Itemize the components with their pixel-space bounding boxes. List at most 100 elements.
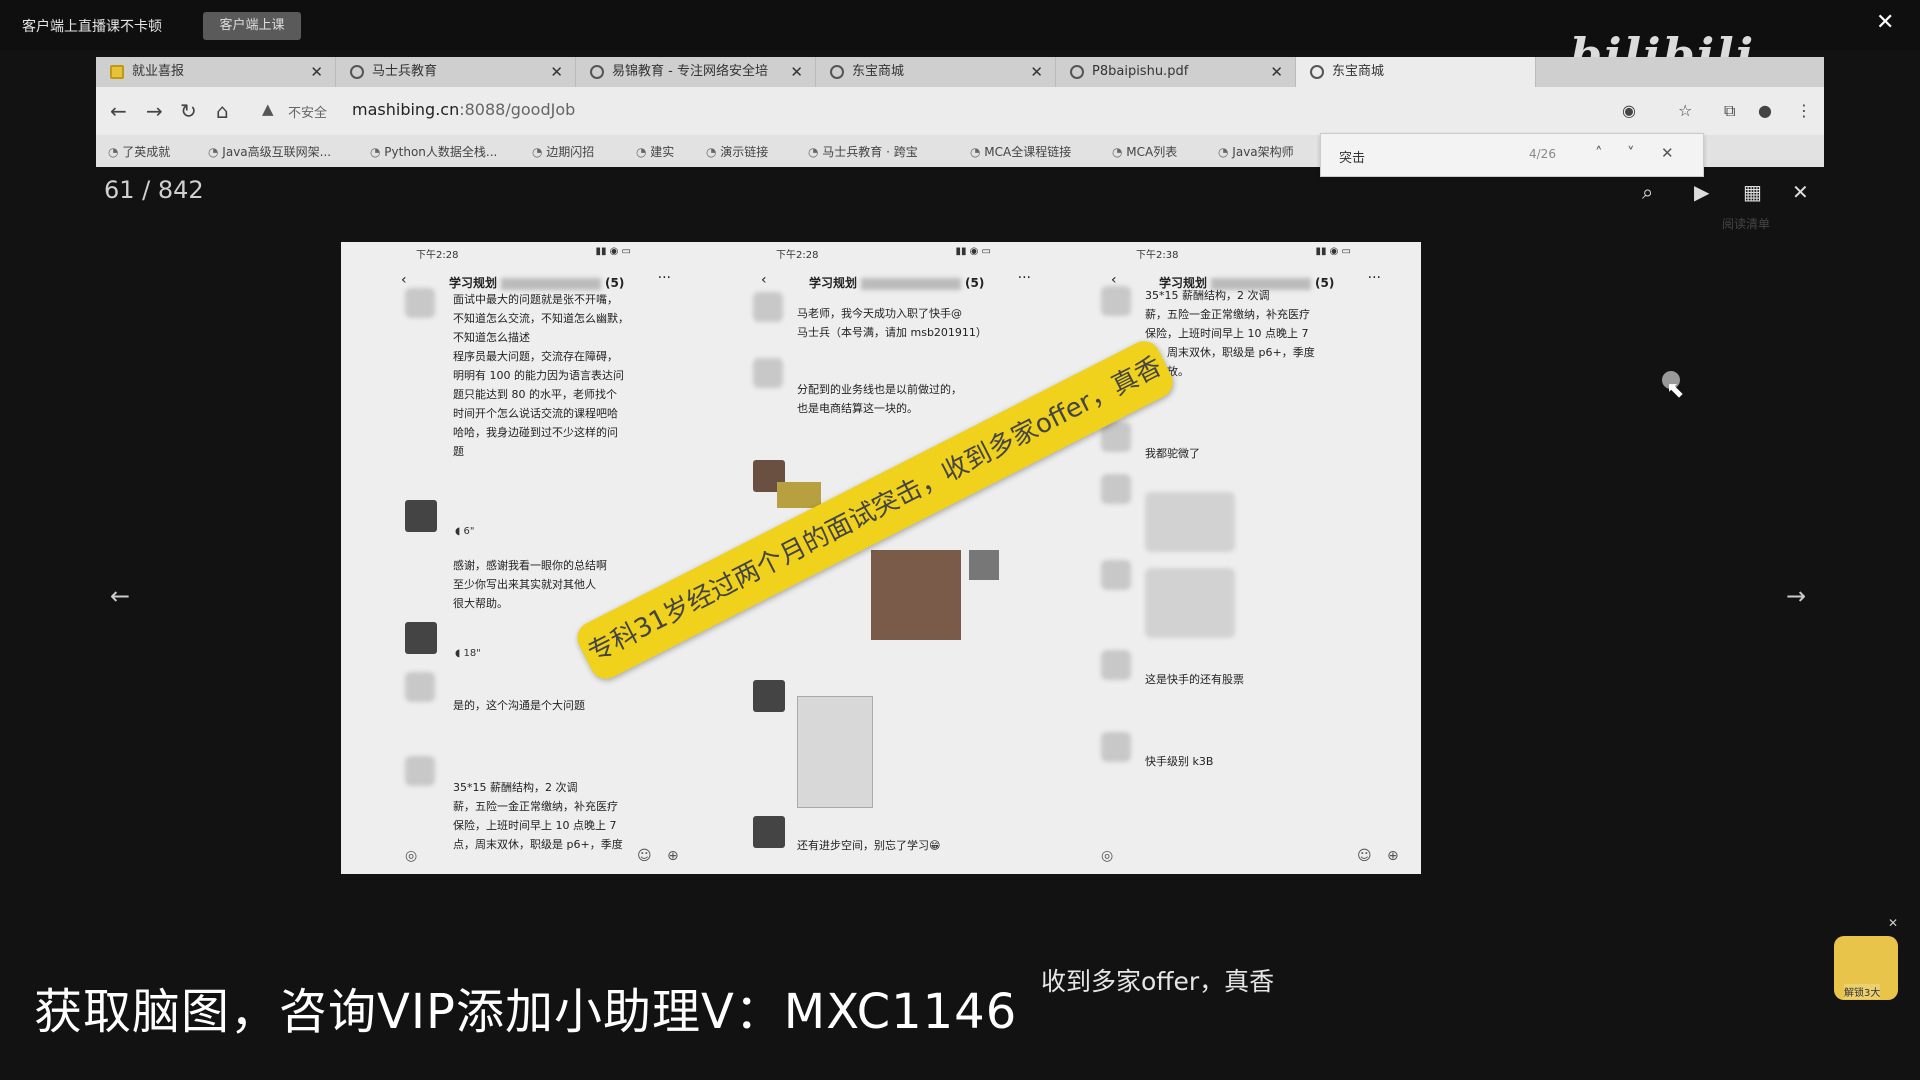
back-icon[interactable]: ← [110,99,127,123]
security-status: 不安全 [288,106,328,121]
globe-icon [1070,65,1084,79]
tab-item[interactable]: 东宝商城 ✕ [816,57,1056,87]
close-icon[interactable]: ✕ [1030,57,1043,87]
tab-label: 就业喜报 [132,64,185,79]
bookmark-item[interactable]: Java架构师 [1218,143,1293,160]
page-indicator: 61 / 842 [104,176,204,204]
status-time: 下午2:28 [776,250,819,261]
emoji-icon: ☺ [1357,848,1372,864]
image-thumbnail [871,550,961,640]
message-text: 分配到的业务线也是以前做过的， 也是电商结算这一块的。 [797,383,962,415]
close-icon[interactable]: ✕ [790,57,803,87]
chevron-up-icon[interactable]: ˄ [1595,144,1603,162]
avatar [753,292,783,322]
tab-strip: 就业喜报 ✕ 马士兵教育 ✕ 易锦教育 - 专注网络安全培 ✕ 东宝商城 ✕ P8bai… [96,57,1824,87]
warning-icon: ▲ [262,100,274,118]
sticker-label: 解锁3大 [1844,984,1881,999]
globe-icon [1310,65,1324,79]
image-thumbnail [969,550,999,580]
status-time: 下午2:38 [1136,250,1179,261]
home-icon[interactable]: ⌂ [216,99,229,123]
message-text: 面试中最大的问题就是张不开嘴， 不知道怎么交流，不知道怎么幽默， 不知道怎么描述… [453,293,629,458]
message-text: 35*15 薪酬结构，2 次调 薪，五险一金正常缴纳，补充医疗 保险，上班时间早… [453,781,623,851]
find-input[interactable]: 突击 [1339,147,1365,166]
forward-icon[interactable]: → [146,99,163,123]
message-text: 我都驼微了 [1145,447,1200,460]
tab-item[interactable]: 易锦教育 - 专注网络安全培 ✕ [576,57,816,87]
cursor-icon: ⬉ [1666,378,1685,403]
tab-item[interactable]: P8baipishu.pdf ✕ [1056,57,1296,87]
image-thumbnail [1145,568,1235,638]
tab-label: P8baipishu.pdf [1092,64,1189,79]
bookmark-item[interactable]: 演示链接 [706,143,768,160]
tab-item[interactable]: 马士兵教育 ✕ [336,57,576,87]
collections-icon[interactable]: ⧉ [1724,101,1735,121]
play-icon[interactable]: ▶ [1694,180,1709,204]
avatar [1101,650,1131,680]
chat-screenshot: 下午2:28 ▮▮ ◉ ▭ ‹ 学习规划 (5) ··· 面试中最大的问题就是张不… [341,242,701,874]
bookmark-item[interactable]: Java高级互联网架... [208,143,331,160]
close-icon[interactable]: ✕ [310,57,323,87]
plus-icon: ⊕ [667,848,679,864]
find-count: 4/26 [1529,147,1556,161]
status-icons: ▮▮ ◉ ▭ [595,246,631,257]
bookmark-item[interactable]: 了英成就 [108,143,170,160]
search-icon[interactable]: ⌕ [1642,180,1653,204]
chat-name: 学习规划 (5) [449,276,625,290]
close-icon[interactable]: ✕ [1876,10,1894,35]
tab-label: 东宝商城 [852,64,905,79]
close-icon[interactable]: ✕ [1888,916,1898,930]
message-text: 感谢，感谢我看一眼你的总结啊 至少你写出来其实就对其他人 很大帮助。 [453,559,607,610]
message-text: 马老师，我今天成功入职了快手@ 马士兵（本号满，请加 msb201911） [797,307,987,339]
bookmark-item[interactable]: 建实 [636,143,674,160]
voice-input-icon: ◎ [1101,848,1114,864]
status-time: 下午2:28 [416,250,459,261]
prev-arrow-icon[interactable]: ← [110,582,130,610]
image-thumbnail [1145,492,1235,552]
avatar [405,500,437,532]
status-icons: ▮▮ ◉ ▭ [955,246,991,257]
profile-icon[interactable]: ● [1758,101,1772,120]
image-thumbnail [797,696,873,808]
voice-input-icon: ◎ [405,848,418,864]
bookmark-item[interactable]: Python人数据全栈... [370,143,497,160]
refresh-icon [590,65,604,79]
avatar [753,680,785,712]
caption-text: 收到多家offer，真香 [1041,967,1275,996]
bookmark-item[interactable]: MCA列表 [1112,143,1177,160]
find-bar: 突击 4/26 ˄ ˅ ✕ [1320,133,1704,177]
voice-message: ◖ 6" [455,526,475,537]
bookmark-item[interactable]: 边期闪招 [532,143,594,160]
live-class-button[interactable]: 客户端上课 [203,12,301,40]
message-text: 35*15 薪酬结构，2 次调 薪，五险一金正常缴纳，补充医疗 保险，上班时间早… [1145,289,1315,378]
close-icon[interactable]: ✕ [1792,180,1809,204]
slide-image: 下午2:28 ▮▮ ◉ ▭ ‹ 学习规划 (5) ··· 面试中最大的问题就是张不… [341,242,1421,874]
avatar [753,816,785,848]
next-arrow-icon[interactable]: → [1786,582,1806,610]
tab-item[interactable]: 东宝商城 [1296,57,1536,87]
tab-label: 马士兵教育 [372,64,438,79]
tab-item[interactable]: 就业喜报 ✕ [96,57,336,87]
close-icon[interactable]: ✕ [1270,57,1283,87]
avatar [1101,474,1131,504]
url-field[interactable]: mashibing.cn:8088/goodJob [352,100,575,119]
extension-icon[interactable]: ◉ [1622,101,1636,120]
address-bar: ← → ↻ ⌂ ▲ 不安全 mashibing.cn:8088/goodJob … [96,87,1824,135]
app-title: 客户端上直播课不卡顿 [22,19,162,35]
grid-icon[interactable]: ▦ [1743,180,1762,204]
avatar [405,622,437,654]
avatar [405,756,435,786]
avatar [1101,732,1131,762]
bookmark-item[interactable]: 马士兵教育 · 跨宝 [808,143,917,160]
reading-list[interactable]: 阅读清单 [1722,215,1770,232]
close-icon[interactable]: ✕ [1661,144,1674,162]
reload-icon[interactable]: ↻ [180,99,197,123]
close-icon[interactable]: ✕ [550,57,563,87]
favorites-icon[interactable]: ☆ [1678,101,1692,120]
back-icon: ‹ [401,272,407,288]
bookmark-item[interactable]: MCA全课程链接 [970,143,1071,160]
chevron-down-icon[interactable]: ˅ [1627,144,1635,162]
status-icons: ▮▮ ◉ ▭ [1315,246,1351,257]
more-icon[interactable]: ⋮ [1796,101,1812,120]
more-icon: ··· [1017,270,1031,286]
